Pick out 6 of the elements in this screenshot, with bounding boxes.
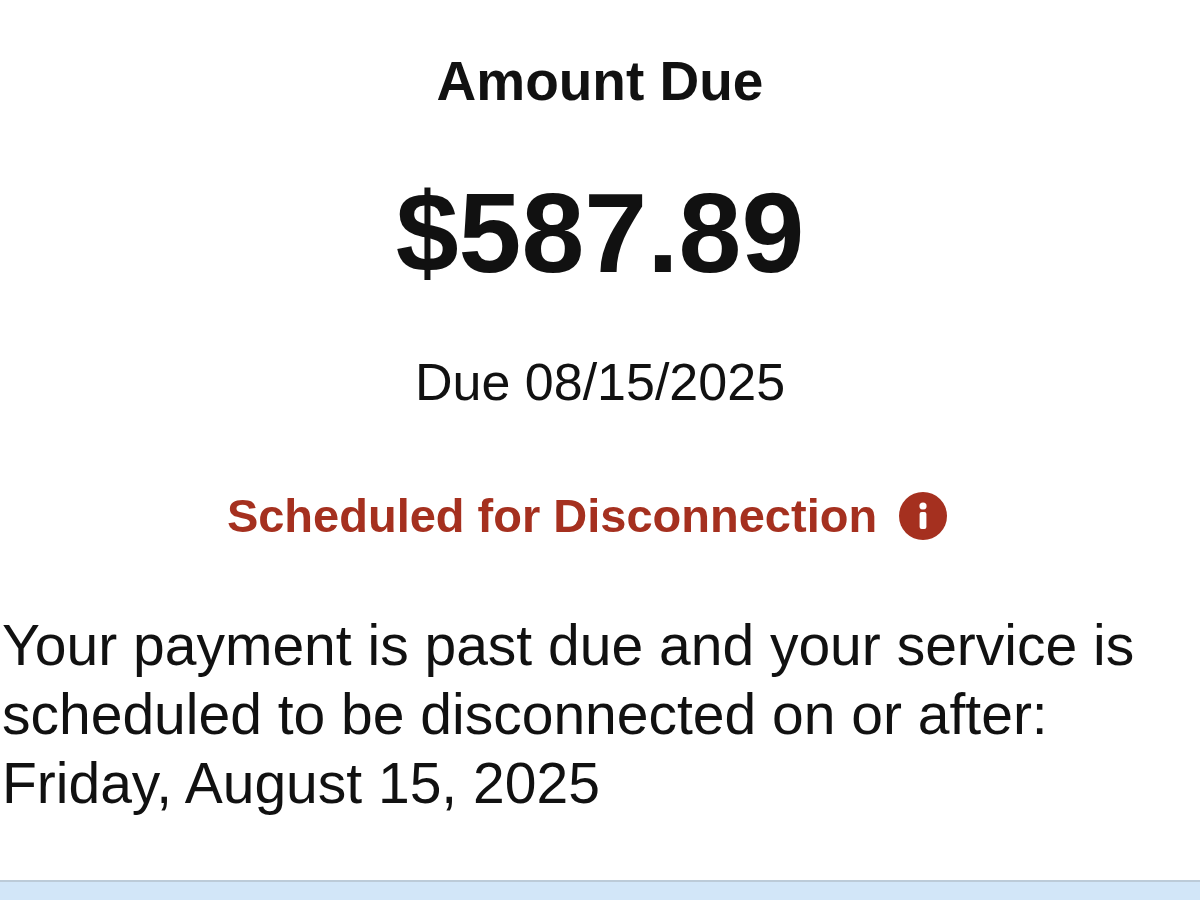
info-icon[interactable] (899, 492, 948, 540)
due-date: Due 08/15/2025 (414, 352, 786, 412)
amount-due-title: Amount Due (436, 49, 764, 114)
past-due-message: Your payment is past due and your service is scheduled to be disconnected on or after: Friday, August 15, 2025 (2, 612, 1136, 817)
amount-value: $587.89 (395, 171, 805, 295)
status-label: Scheduled for Disconnection (226, 488, 878, 544)
